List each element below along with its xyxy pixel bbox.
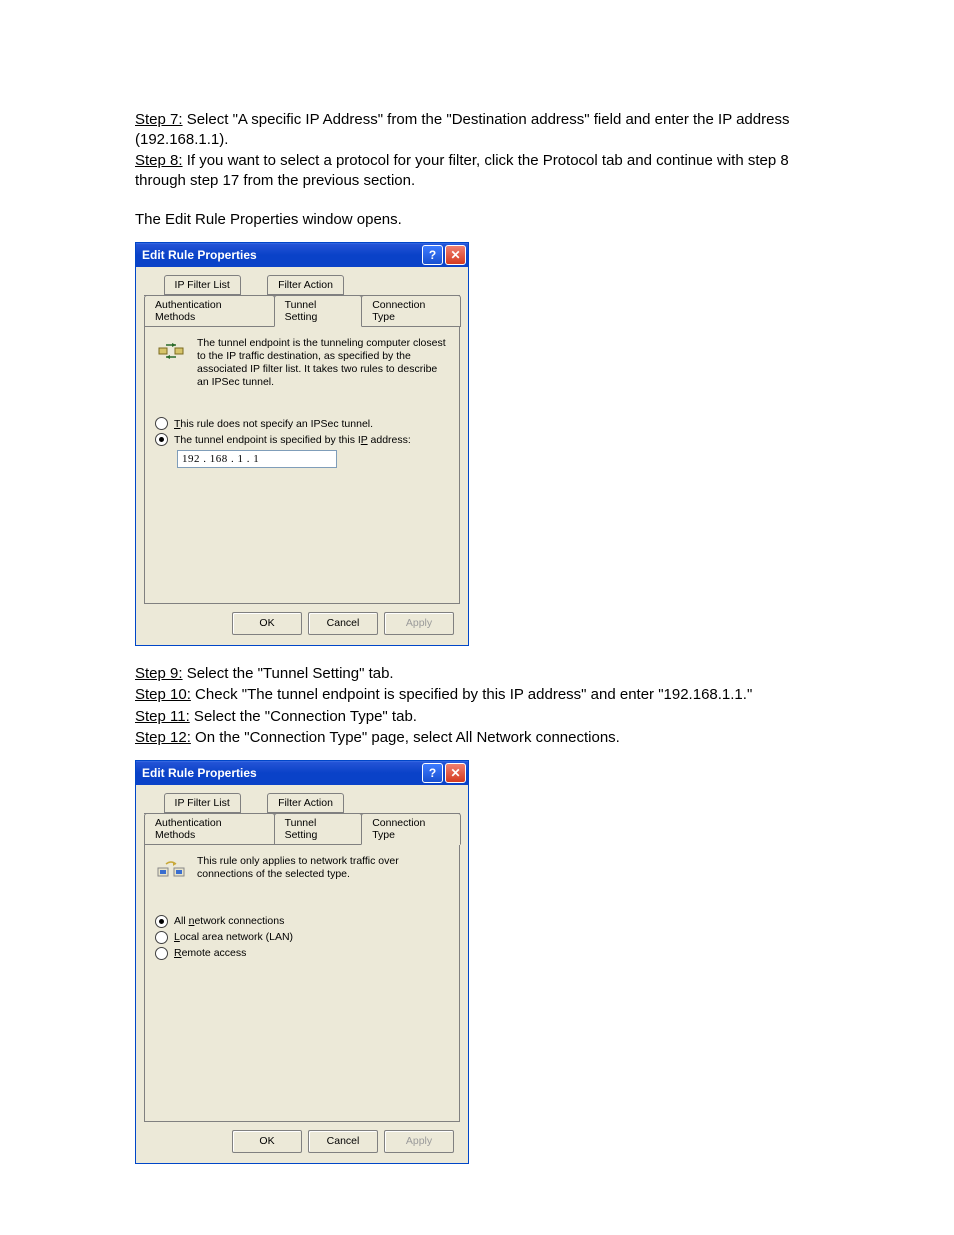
tab-connection-type[interactable]: Connection Type xyxy=(361,295,461,327)
apply-button[interactable]: Apply xyxy=(384,1130,454,1153)
network-icon xyxy=(155,855,187,887)
edit-opens-text: The Edit Rule Properties window opens. xyxy=(135,210,836,230)
radio-tunnel-endpoint[interactable]: The tunnel endpoint is specified by this… xyxy=(155,433,449,446)
connection-desc: This rule only applies to network traffi… xyxy=(197,855,449,887)
step-12-label: Step 12: xyxy=(135,729,191,746)
tab-ip-filter-list[interactable]: IP Filter List xyxy=(164,793,241,813)
step-10-label: Step 10: xyxy=(135,686,191,703)
tab-connection-type[interactable]: Connection Type xyxy=(361,813,461,845)
tunnel-tab-panel: The tunnel endpoint is the tunneling com… xyxy=(144,327,460,604)
tunnel-desc: The tunnel endpoint is the tunneling com… xyxy=(197,337,449,390)
tab-ip-filter-list[interactable]: IP Filter List xyxy=(164,275,241,295)
radio-no-tunnel[interactable]: This rule does not specify an IPSec tunn… xyxy=(155,417,449,430)
step-11-text: Select the "Connection Type" tab. xyxy=(190,708,417,725)
dialog-title: Edit Rule Properties xyxy=(142,766,420,780)
edit-rule-dialog-connection: Edit Rule Properties ? ✕ IP Filter List … xyxy=(135,760,469,1164)
cancel-button[interactable]: Cancel xyxy=(308,612,378,635)
close-button[interactable]: ✕ xyxy=(445,245,466,265)
step-12-text: On the "Connection Type" page, select Al… xyxy=(191,729,620,746)
step-8: Step 8: If you want to select a protocol… xyxy=(135,151,836,190)
step-10-text: Check "The tunnel endpoint is specified … xyxy=(191,686,752,703)
step-12: Step 12: On the "Connection Type" page, … xyxy=(135,728,836,748)
step-8-label: Step 8: xyxy=(135,152,183,169)
tab-tunnel-setting[interactable]: Tunnel Setting xyxy=(274,813,363,845)
tab-filter-action[interactable]: Filter Action xyxy=(267,275,344,295)
step-9-text: Select the "Tunnel Setting" tab. xyxy=(183,665,394,682)
radio-remote[interactable]: Remote access xyxy=(155,947,449,960)
tab-auth-methods[interactable]: Authentication Methods xyxy=(144,813,275,845)
help-button[interactable]: ? xyxy=(422,245,443,265)
close-button[interactable]: ✕ xyxy=(445,763,466,783)
step-7-label: Step 7: xyxy=(135,111,183,128)
dialog-title: Edit Rule Properties xyxy=(142,248,420,262)
step-9: Step 9: Select the "Tunnel Setting" tab. xyxy=(135,664,836,684)
radio-all-network[interactable]: All network connections xyxy=(155,915,449,928)
step-11-label: Step 11: xyxy=(135,708,190,725)
tunnel-icon xyxy=(155,337,187,369)
tab-auth-methods[interactable]: Authentication Methods xyxy=(144,295,275,327)
step-7-text: Select "A specific IP Address" from the … xyxy=(135,111,789,148)
step-10: Step 10: Check "The tunnel endpoint is s… xyxy=(135,685,836,705)
tunnel-ip-input[interactable]: 192 . 168 . 1 . 1 xyxy=(177,450,337,468)
step-8-text: If you want to select a protocol for you… xyxy=(135,152,789,189)
help-button[interactable]: ? xyxy=(422,763,443,783)
radio-lan[interactable]: Local area network (LAN) xyxy=(155,931,449,944)
step-11: Step 11: Select the "Connection Type" ta… xyxy=(135,707,836,727)
radio-icon xyxy=(155,947,168,960)
radio-icon xyxy=(155,433,168,446)
ok-button[interactable]: OK xyxy=(232,612,302,635)
tab-tunnel-setting[interactable]: Tunnel Setting xyxy=(274,295,363,327)
radio-icon xyxy=(155,931,168,944)
radio-icon xyxy=(155,915,168,928)
titlebar[interactable]: Edit Rule Properties ? ✕ xyxy=(136,243,468,267)
edit-rule-dialog-tunnel: Edit Rule Properties ? ✕ IP Filter List … xyxy=(135,242,469,646)
radio-icon xyxy=(155,417,168,430)
cancel-button[interactable]: Cancel xyxy=(308,1130,378,1153)
step-7: Step 7: Select "A specific IP Address" f… xyxy=(135,110,836,149)
ok-button[interactable]: OK xyxy=(232,1130,302,1153)
tab-filter-action[interactable]: Filter Action xyxy=(267,793,344,813)
connection-tab-panel: This rule only applies to network traffi… xyxy=(144,845,460,1122)
titlebar[interactable]: Edit Rule Properties ? ✕ xyxy=(136,761,468,785)
step-9-label: Step 9: xyxy=(135,665,183,682)
apply-button[interactable]: Apply xyxy=(384,612,454,635)
